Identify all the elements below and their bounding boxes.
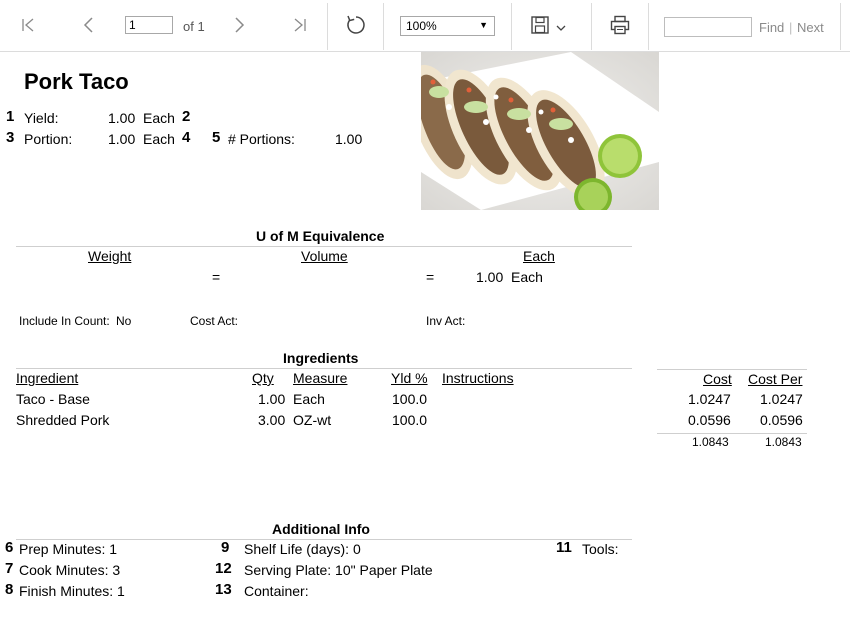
refresh-button[interactable] [343, 12, 369, 38]
uom-each-header: Each [523, 248, 555, 264]
recipe-photo [421, 52, 659, 210]
tools: Tools: [582, 541, 619, 557]
uom-each-unit: Each [511, 269, 543, 285]
printer-icon [610, 15, 630, 35]
portion-marker-2: 4 [182, 129, 191, 146]
ingredient-cost: 0.0596 [688, 412, 731, 428]
find-next-button[interactable]: Next [797, 20, 824, 35]
portion-label: Portion: [24, 131, 73, 147]
find-input[interactable] [664, 17, 752, 37]
portions-marker: 5 [212, 129, 221, 146]
additional-info-heading: Additional Info [272, 521, 370, 537]
ingredient-cost-per: 0.0596 [760, 412, 803, 428]
prep-marker: 6 [5, 539, 14, 556]
yield-marker-2: 2 [182, 108, 191, 125]
ingredients-heading: Ingredients [283, 350, 359, 366]
col-qty: Qty [252, 370, 274, 386]
previous-page-button[interactable] [76, 12, 102, 38]
report-viewer-toolbar: of 1 100% ▼ Find | Next [0, 0, 850, 52]
col-cost: Cost [703, 371, 732, 387]
shelf-life: Shelf Life (days): 0 [244, 541, 361, 557]
zoom-value: 100% [406, 19, 437, 33]
chevron-right-icon [235, 17, 245, 33]
print-button[interactable] [607, 12, 633, 38]
uom-weight-header: Weight [88, 248, 132, 264]
include-in-count-label: Include In Count: [19, 314, 110, 328]
serving-plate: Serving Plate: 10" Paper Plate [244, 562, 433, 578]
col-cost-per: Cost Per [748, 371, 803, 387]
finish-marker: 8 [5, 581, 14, 598]
total-cost-per: 1.0843 [765, 435, 802, 449]
ingredient-cost: 1.0247 [688, 391, 731, 407]
page-number-input[interactable] [125, 16, 173, 34]
ingredient-measure: Each [293, 391, 325, 407]
ingredient-name: Taco - Base [16, 391, 90, 407]
cook-minutes: Cook Minutes: 3 [19, 562, 121, 578]
yield-unit: Each [143, 110, 175, 126]
cost-act-label: Cost Act: [190, 314, 239, 328]
col-ingredient: Ingredient [16, 370, 79, 386]
finish-minutes: Finish Minutes: 1 [19, 583, 125, 599]
tools-marker: 11 [556, 539, 572, 556]
find-separator: | [789, 20, 793, 35]
zoom-select[interactable]: 100% ▼ [400, 16, 495, 36]
uom-volume-header: Volume [301, 248, 348, 264]
chevron-down-icon [556, 25, 566, 31]
portions-label: # Portions: [228, 131, 295, 147]
last-page-button[interactable] [286, 12, 312, 38]
next-page-button[interactable] [226, 12, 252, 38]
export-button[interactable] [530, 12, 574, 38]
report-page: Pork Taco 1 Yield: 1.00 Each 2 3 Portion… [0, 52, 850, 630]
uom-equals-1: = [212, 269, 221, 285]
shelf-life-marker: 9 [221, 539, 230, 556]
portion-marker: 3 [6, 129, 15, 146]
yield-label: Yield: [24, 110, 59, 126]
first-page-button[interactable] [16, 12, 42, 38]
last-page-icon [294, 18, 306, 32]
page-count-label: of 1 [183, 19, 205, 34]
serving-plate-marker: 12 [215, 560, 232, 577]
dropdown-arrow-icon: ▼ [479, 20, 488, 30]
prep-minutes: Prep Minutes: 1 [19, 541, 118, 557]
portion-unit: Each [143, 131, 175, 147]
refresh-icon [347, 15, 365, 34]
inv-act-label: Inv Act: [426, 314, 466, 328]
ingredient-measure: OZ-wt [293, 412, 332, 428]
ingredient-yld: 100.0 [392, 391, 428, 407]
col-instructions: Instructions [442, 370, 514, 386]
ingredient-qty: 3.00 [258, 412, 286, 428]
col-yld: Yld % [391, 370, 428, 386]
portions-value: 1.00 [335, 131, 363, 147]
yield-marker: 1 [6, 108, 15, 125]
first-page-icon [22, 18, 34, 32]
cook-marker: 7 [5, 560, 14, 577]
col-measure: Measure [293, 370, 348, 386]
uom-each-value: 1.00 [476, 269, 504, 285]
ingredient-name: Shredded Pork [16, 412, 110, 428]
uom-equals-2: = [426, 269, 435, 285]
container-marker: 13 [215, 581, 232, 598]
ingredient-cost-per: 1.0247 [760, 391, 803, 407]
recipe-title: Pork Taco [24, 69, 129, 94]
find-button[interactable]: Find [759, 20, 784, 35]
ingredient-qty: 1.00 [258, 391, 286, 407]
uom-heading: U of M Equivalence [256, 228, 385, 244]
ingredient-yld: 100.0 [392, 412, 428, 428]
portion-value: 1.00 [108, 131, 136, 147]
yield-value: 1.00 [108, 110, 136, 126]
total-cost: 1.0843 [692, 435, 729, 449]
include-in-count-value: No [116, 314, 132, 328]
save-icon [531, 16, 549, 34]
chevron-left-icon [83, 17, 93, 33]
container: Container: [244, 583, 309, 599]
